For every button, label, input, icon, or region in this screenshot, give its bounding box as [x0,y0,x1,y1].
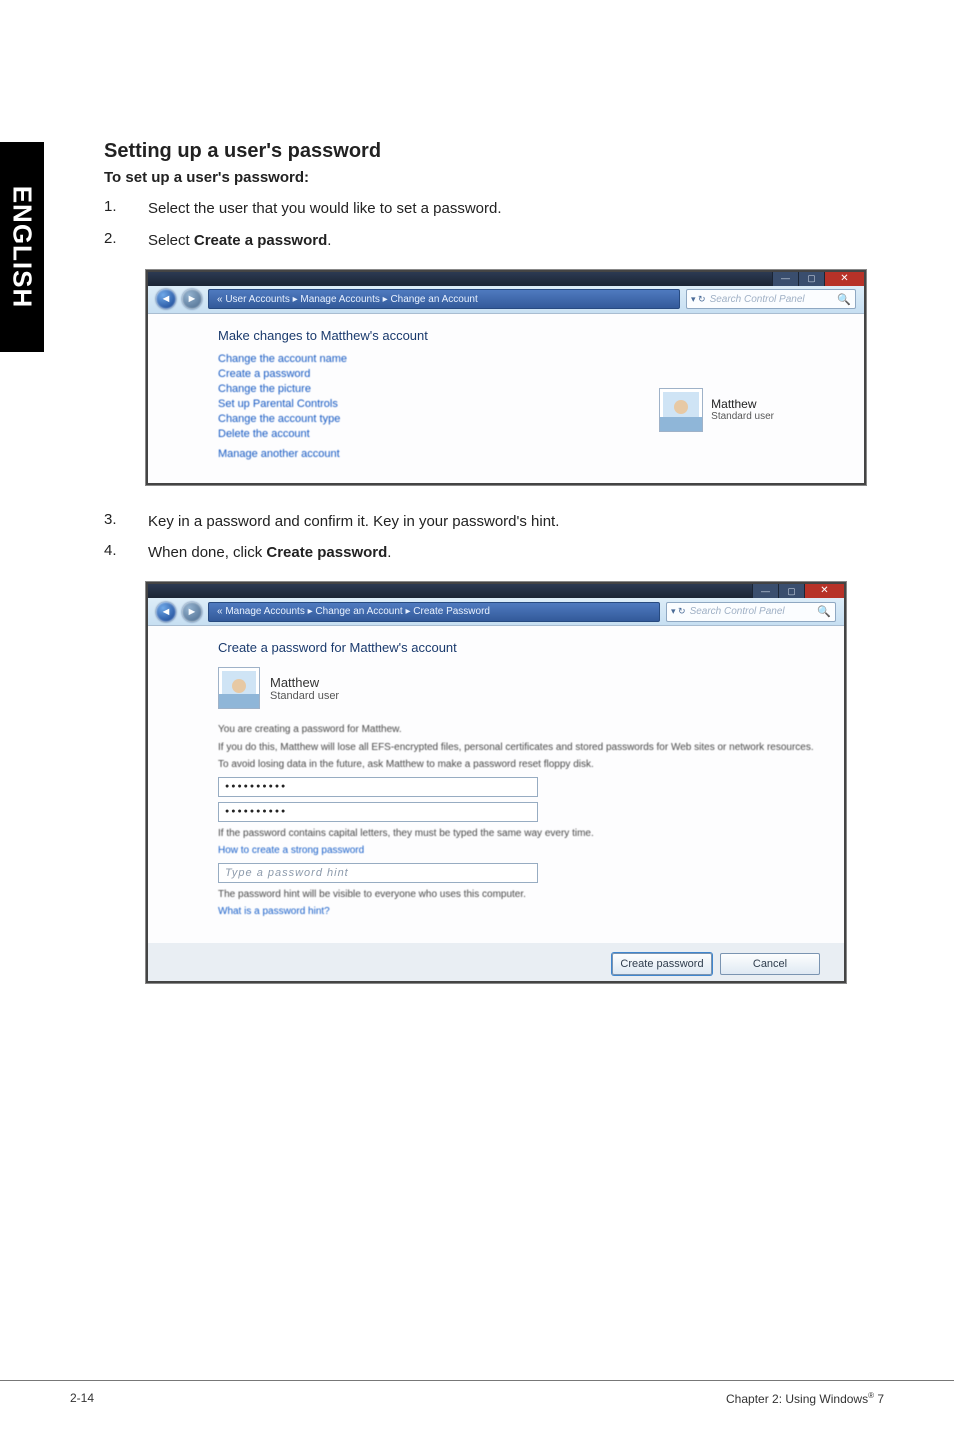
note-creating: You are creating a password for Matthew. [218,723,814,737]
chapter-label: Chapter 2: Using Windows® 7 [726,1391,884,1406]
steps-list-part1: 1. Select the user that you would like t… [104,198,864,252]
maximize-button[interactable]: ▢ [798,272,824,286]
close-button[interactable]: ✕ [824,272,864,286]
search-refresh-icon: ▾ ↻ [671,606,686,617]
cancel-button[interactable]: Cancel [720,953,820,975]
nav-row: ◄ ► « Manage Accounts ▸ Change an Accoun… [148,598,844,626]
step-item: 1. Select the user that you would like t… [104,198,864,220]
back-button[interactable]: ◄ [156,602,176,622]
note-warning: If you do this, Matthew will lose all EF… [218,741,814,755]
create-password-button[interactable]: Create password [612,953,712,975]
step-number: 2. [104,230,148,252]
search-placeholder: Search Control Panel [710,294,834,305]
breadcrumb[interactable]: « User Accounts ▸ Manage Accounts ▸ Chan… [208,289,680,309]
avatar [659,388,703,432]
step-text: Key in a password and confirm it. Key in… [148,511,864,533]
link-what-is-hint[interactable]: What is a password hint? [218,905,814,919]
user-meta: Matthew Standard user [270,675,339,702]
dialog-buttons: Create password Cancel [148,943,844,981]
note-hint-visible: The password hint will be visible to eve… [218,888,814,902]
language-label: ENGLISH [7,186,38,309]
confirm-password-field[interactable] [218,802,538,822]
user-role: Standard user [270,690,339,702]
breadcrumb[interactable]: « Manage Accounts ▸ Change an Account ▸ … [208,602,660,622]
account-meta: Matthew Standard user [711,397,774,422]
account-summary: Matthew Standard user [659,388,774,432]
search-box[interactable]: ▾ ↻ Search Control Panel 🔍 [686,289,856,309]
back-button[interactable]: ◄ [156,289,176,309]
steps-list-part2: 3. Key in a password and confirm it. Key… [104,511,864,565]
account-role: Standard user [711,411,774,422]
forward-button[interactable]: ► [182,602,202,622]
chapter-suffix: 7 [874,1392,884,1406]
maximize-button[interactable]: ▢ [778,584,804,598]
window-body: Create a password for Matthew's account … [148,626,844,943]
page-number: 2-14 [70,1391,94,1406]
step-number: 4. [104,542,148,564]
minimize-button[interactable]: — [772,272,798,286]
page-footer: 2-14 Chapter 2: Using Windows® 7 [0,1380,954,1406]
close-button[interactable]: ✕ [804,584,844,598]
link-create-password[interactable]: Create a password [218,368,834,380]
password-hint-field[interactable]: Type a password hint [218,863,538,883]
note-floppy: To avoid losing data in the future, ask … [218,758,814,772]
window-titlebar: — ▢ ✕ [148,584,844,598]
step-text: Select the user that you would like to s… [148,198,864,220]
section-subtitle: To set up a user's password: [104,169,864,186]
chapter-text: Chapter 2: Using Windows [726,1392,868,1406]
panel-heading: Make changes to Matthew's account [218,328,834,343]
link-manage-another[interactable]: Manage another account [218,448,834,460]
search-refresh-icon: ▾ ↻ [691,294,706,305]
link-change-name[interactable]: Change the account name [218,353,834,365]
user-name: Matthew [270,675,339,690]
forward-button[interactable]: ► [182,289,202,309]
nav-row: ◄ ► « User Accounts ▸ Manage Accounts ▸ … [148,286,864,314]
step-number: 1. [104,198,148,220]
window-controls: — ▢ ✕ [772,272,864,286]
minimize-button[interactable]: — [752,584,778,598]
screenshot-create-password-window: — ▢ ✕ ◄ ► « Manage Accounts ▸ Change an … [146,582,846,983]
search-icon: 🔍 [817,605,831,618]
section-title: Setting up a user's password [104,140,864,163]
new-password-field[interactable] [218,777,538,797]
window-controls: — ▢ ✕ [752,584,844,598]
note-caps: If the password contains capital letters… [218,827,814,841]
step-item: 4. When done, click Create password. [104,542,864,564]
language-side-tab: ENGLISH [0,142,44,352]
avatar [218,667,260,709]
step-item: 2. Select Create a password. [104,230,864,252]
window-body: Make changes to Matthew's account Change… [148,314,864,483]
screenshot-change-account-window: — ▢ ✕ ◄ ► « User Accounts ▸ Manage Accou… [146,270,866,485]
user-block: Matthew Standard user [218,667,814,709]
search-icon: 🔍 [837,293,851,306]
step-text: Select Create a password. [148,230,864,252]
link-strong-password[interactable]: How to create a strong password [218,844,814,858]
search-placeholder: Search Control Panel [690,606,814,617]
step-item: 3. Key in a password and confirm it. Key… [104,511,864,533]
window-titlebar: — ▢ ✕ [148,272,864,286]
panel-heading: Create a password for Matthew's account [218,640,814,655]
step-number: 3. [104,511,148,533]
step-text: When done, click Create password. [148,542,864,564]
search-box[interactable]: ▾ ↻ Search Control Panel 🔍 [666,602,836,622]
page-content: Setting up a user's password To set up a… [104,140,864,1009]
account-name: Matthew [711,397,774,411]
